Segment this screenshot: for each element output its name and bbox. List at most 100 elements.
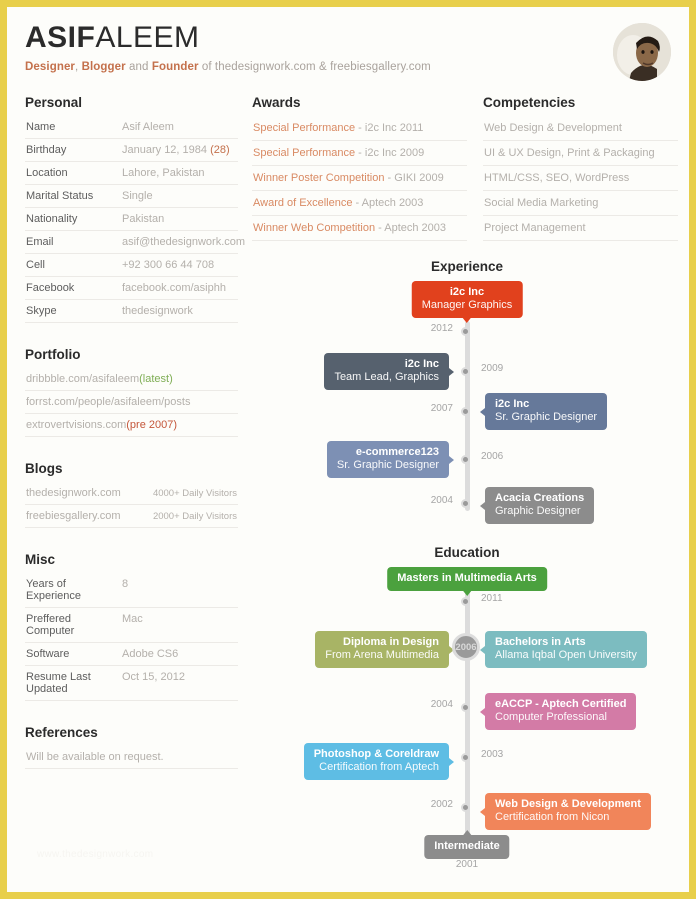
timeline-year: 2003 [481,749,504,760]
personal-label: Cell [26,259,45,271]
education-entry: Diploma in Design From Arena Multimedia [315,631,454,668]
competencies-list: Web Design & Development UI & UX Design, … [483,116,678,241]
portfolio-list: dribbble.com/asifaleem (latest) forrst.co… [25,368,238,437]
award-name: Winner Poster Competition [253,172,385,184]
timeline-marker [461,499,470,508]
education-entry: Masters in Multimedia Arts [387,567,547,596]
education-org: Photoshop & Coreldraw [313,748,439,760]
misc-list: Years of Experience 8 Preffered Computer Ma… [25,573,238,701]
timeline-year: 2007 [430,403,453,414]
avatar [613,23,671,81]
experience-role: Sr. Graphic Designer [336,459,439,471]
personal-label: Email [26,236,54,248]
timeline-marker [461,367,470,376]
tagline-role-2: Blogger [81,61,126,73]
education-role: Computer Professional [495,711,607,723]
personal-label: Marital Status [26,190,94,202]
timeline-spine [465,321,470,511]
portfolio-row[interactable]: forrst.com/people/asifaleem/posts [25,391,238,414]
portfolio-url[interactable]: extrovertvisions.com [26,419,126,431]
timeline-year: 2011 [481,593,503,604]
timeline-marker [461,803,470,812]
resume-sheet: ASIFALEEM Designer, Blogger and Founder … [7,7,689,892]
education-org: Web Design & Development [495,798,641,810]
education-role: Certification from Nicon [495,811,610,823]
page-title: ASIFALEEM [25,21,671,55]
education-role: Allama Iqbal Open University [495,649,637,661]
first-name: ASIF [25,21,96,54]
award-meta: - Aptech 2003 [352,197,424,209]
section-title-references: References [25,725,98,740]
personal-value: facebook.com/asiphh [122,282,226,294]
section-title-personal: Personal [25,95,83,110]
tagline-role-1: Designer [25,61,76,73]
misc-value: 8 [122,578,129,590]
blog-url[interactable]: thedesignwork.com [26,487,121,499]
section-title-blogs: Blogs [25,461,63,476]
last-name: ALEEM [95,21,200,54]
timeline-marker [461,597,470,606]
education-entry: eACCP - Aptech Certified Computer Profess… [479,693,637,730]
portfolio-tag: (latest) [139,373,173,385]
left-column: Personal Name Asif Aleem Birthday January 1… [25,95,245,769]
experience-org: i2c Inc [449,286,485,298]
education-entry: Bachelors in Arts Allama Iqbal Open Unive… [480,631,647,668]
experience-entry: Acacia Creations Graphic Designer [479,487,595,524]
award-name: Special Performance [253,122,356,134]
personal-row: Name Asif Aleem [25,116,238,139]
misc-label: Preffered Computer [26,613,75,637]
award-name: Award of Excellence [253,197,353,209]
experience-org: i2c Inc [404,358,439,370]
experience-role: Manager Graphics [421,299,513,311]
portfolio-row[interactable]: extrovertvisions.com (pre 2007) [25,414,238,437]
portfolio-url[interactable]: dribbble.com/asifaleem [26,373,139,385]
section-title-portfolio: Portfolio [25,347,81,362]
blog-url[interactable]: freebiesgallery.com [26,510,121,522]
timeline-marker [461,753,470,762]
portfolio-row[interactable]: dribbble.com/asifaleem (latest) [25,368,238,391]
experience-entry: i2c Inc Sr. Graphic Designer [479,393,608,430]
personal-label: Facebook [26,282,75,294]
competency-item: UI & UX Design, Print & Packaging [483,141,678,166]
timeline-year: 2002 [430,799,453,810]
personal-label: Name [26,121,56,133]
personal-label: Nationality [26,213,78,225]
timeline-year: 2004 [430,699,453,710]
award-item: Special Performance - i2c Inc 2011 [252,116,467,141]
education-timeline: Education Masters in Multimedia Arts Dipl… [252,545,682,875]
misc-row: Years of Experience 8 [25,573,238,608]
misc-value: Mac [122,613,143,625]
awards-list: Special Performance - i2c Inc 2011 Specia… [252,116,467,241]
award-meta: - Aptech 2003 [375,222,447,234]
education-org: eACCP - Aptech Certified [495,698,627,710]
timeline-marker [461,327,470,336]
misc-label: Resume Last Updated [26,671,91,695]
personal-label: Birthday [26,144,67,156]
timeline-year: 2006 [481,451,504,462]
experience-role: Graphic Designer [495,505,581,517]
education-org: Masters in Multimedia Arts [397,572,537,584]
award-name: Special Performance [253,147,356,159]
experience-org: Acacia Creations [495,492,585,504]
personal-row: Birthday January 12, 1984 (28) [25,139,238,162]
competency-item: Project Management [483,216,678,241]
blog-visitors: 4000+ Daily Visitors [152,488,237,499]
misc-label: Software [26,648,70,660]
awards-column: Awards Special Performance - i2c Inc 201… [252,95,467,241]
misc-value: Oct 15, 2012 [122,671,185,683]
blog-row[interactable]: thedesignwork.com 4000+ Daily Visitors [25,482,238,505]
personal-row: Email asif@thedesignwork.com [25,231,245,254]
award-item: Award of Excellence - Aptech 2003 [252,191,467,216]
timeline-year: 2009 [481,363,504,374]
personal-row: Nationality Pakistan [25,208,238,231]
misc-value: Adobe CS6 [122,648,179,660]
timeline-year: 2004 [430,495,453,506]
misc-row: Preffered Computer Mac [25,608,238,643]
watermark: www.thedesignwork.com [37,849,154,860]
blog-row[interactable]: freebiesgallery.com 2000+ Daily Visitors [25,505,238,528]
experience-entry: i2c Inc Team Lead, Graphics [324,353,454,390]
award-meta: - GIKI 2009 [384,172,444,184]
timeline-year: 2001 [455,859,479,870]
portfolio-url[interactable]: forrst.com/people/asifaleem/posts [26,396,190,408]
resume-page: ASIFALEEM Designer, Blogger and Founder … [0,0,696,899]
